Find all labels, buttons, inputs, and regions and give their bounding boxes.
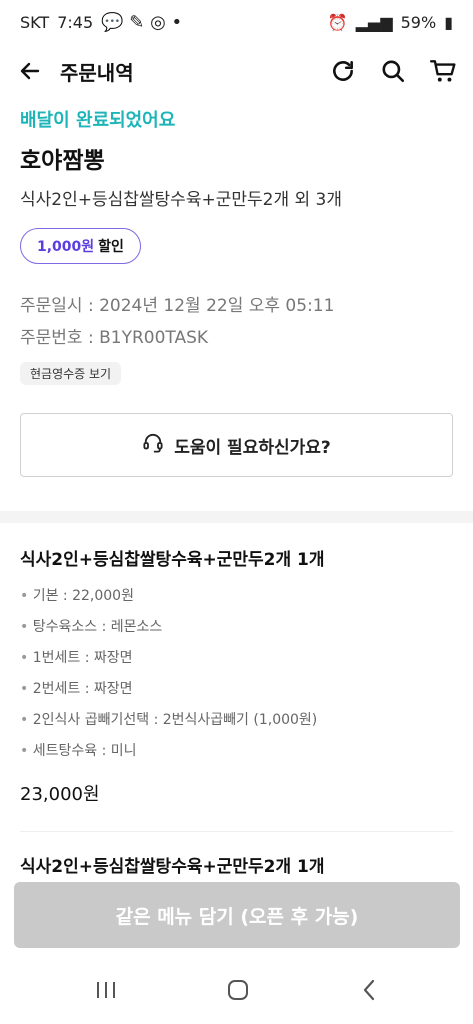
recent-apps-icon[interactable]: [93, 979, 119, 1005]
order-date: 주문일시 : 2024년 12월 22일 오후 05:11: [20, 296, 335, 316]
delivery-status: 배달이 완료되었어요: [20, 110, 176, 131]
section-divider: [0, 511, 473, 523]
header-actions: [329, 57, 457, 85]
refresh-icon[interactable]: [329, 57, 357, 85]
option-item: 2번세트 : 짜장면: [20, 674, 453, 705]
order-summary: 식사2인+등심찹쌀탕수육+군만두2개 외 3개: [20, 190, 342, 210]
order-items-section: 식사2인+등심찹쌀탕수육+군만두2개 1개 기본 : 22,000원 탕수육소스…: [0, 523, 473, 882]
back-icon[interactable]: [358, 977, 380, 1007]
status-right: ⏰ ▂▄▆ 59% ▮: [328, 13, 453, 32]
clock: 7:45: [57, 12, 94, 32]
order-detail: 배달이 완료되었어요 호야짬뽕 식사2인+등심찹쌀탕수육+군만두2개 외 3개 …: [0, 98, 473, 882]
cash-receipt-button[interactable]: 현금영수증 보기: [20, 362, 122, 385]
signal-icon: ▂▄▆: [355, 12, 393, 32]
discount-badge: 1,000원 할인: [20, 228, 141, 264]
cart-icon[interactable]: [429, 57, 457, 85]
help-button[interactable]: 도움이 필요하신가요?: [20, 413, 453, 477]
app-header: 주문내역: [0, 44, 473, 98]
option-item: 세트탕수육 : 미니: [20, 736, 453, 767]
store-name[interactable]: 호야짬뽕: [20, 144, 453, 178]
option-item: 2인식사 곱빼기선택 : 2번식사곱빼기 (1,000원): [20, 705, 453, 736]
order-item-name: 식사2인+등심찹쌀탕수육+군만두2개 1개: [20, 550, 325, 570]
status-left: SKT 7:45 💬 ✎ ◎ •: [20, 12, 182, 33]
option-item: 탕수육소스 : 레몬소스: [20, 612, 453, 643]
system-nav-bar: [0, 960, 473, 1024]
item-divider: [20, 831, 453, 832]
page-title: 주문내역: [60, 60, 134, 85]
notification-icons: 💬 ✎ ◎ •: [101, 11, 183, 33]
back-arrow-icon[interactable]: [16, 57, 44, 85]
order-item-price: 23,000원: [20, 784, 100, 805]
battery-level: 59%: [400, 12, 437, 32]
order-item-name: 식사2인+등심찹쌀탕수육+군만두2개 1개: [20, 857, 325, 877]
discount-amount: 1,000원: [37, 239, 95, 255]
carrier-label: SKT: [20, 12, 50, 32]
order-meta: 주문일시 : 2024년 12월 22일 오후 05:11 주문번호 : B1Y…: [20, 290, 453, 354]
battery-icon: ▮: [444, 12, 453, 32]
alarm-icon: ⏰: [327, 12, 348, 32]
option-item: 1번세트 : 짜장면: [20, 643, 453, 674]
headset-icon: [142, 433, 164, 458]
reorder-button[interactable]: 같은 메뉴 담기 (오픈 후 가능): [14, 882, 460, 948]
order-number: 주문번호 : B1YR00TASK: [20, 328, 209, 348]
order-summary-section: 배달이 완료되었어요 호야짬뽕 식사2인+등심찹쌀탕수육+군만두2개 외 3개 …: [0, 98, 473, 477]
help-button-label: 도움이 필요하신가요?: [174, 437, 331, 458]
discount-label: 할인: [98, 239, 124, 255]
order-item-options: 기본 : 22,000원 탕수육소스 : 레몬소스 1번세트 : 짜장면 2번세…: [20, 581, 453, 767]
search-icon[interactable]: [379, 57, 407, 85]
status-bar: SKT 7:45 💬 ✎ ◎ • ⏰ ▂▄▆ 59% ▮: [0, 0, 473, 44]
option-item: 기본 : 22,000원: [20, 581, 453, 612]
home-icon[interactable]: [225, 977, 251, 1007]
